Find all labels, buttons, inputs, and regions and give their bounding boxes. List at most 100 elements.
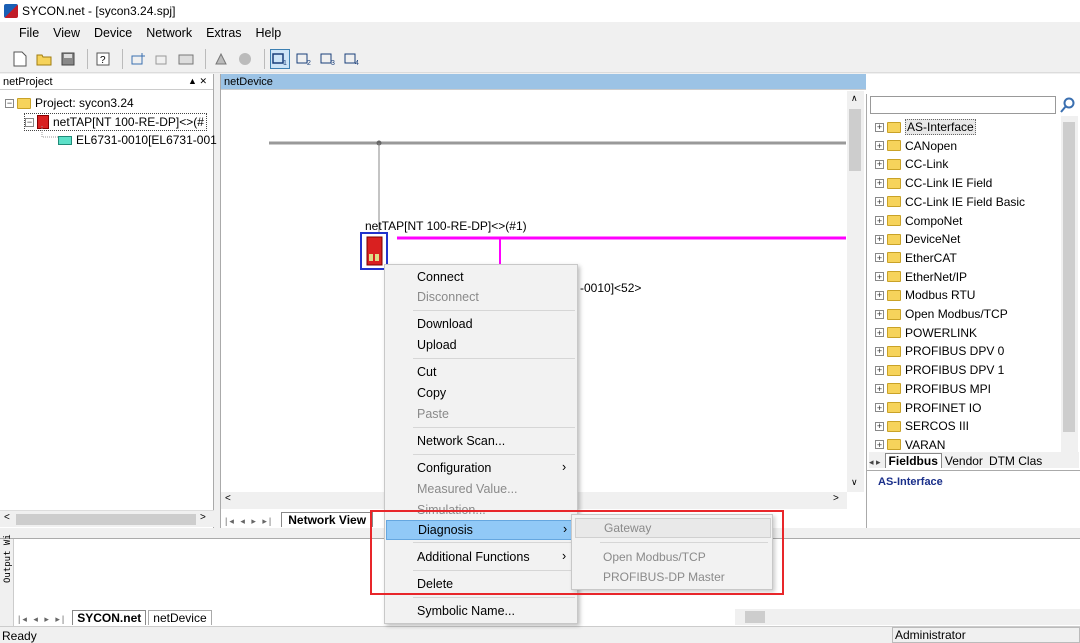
expand-icon[interactable]: + — [875, 216, 884, 225]
menu-upload[interactable]: Upload — [386, 335, 576, 355]
menu-cut[interactable]: Cut — [386, 362, 576, 382]
menu-symbolic-name[interactable]: Symbolic Name... — [386, 601, 576, 621]
tab-dtm-class[interactable]: DTM Clas — [986, 454, 1045, 468]
add-device-icon[interactable] — [128, 49, 148, 69]
menu-copy[interactable]: Copy — [386, 383, 576, 403]
view-mode-2-icon[interactable]: 2 — [294, 49, 314, 69]
new-file-icon[interactable] — [10, 49, 30, 69]
scroll-right-icon[interactable]: > — [200, 512, 206, 523]
catalog-item[interactable]: + CC-Link IE Field — [875, 174, 992, 192]
catalog-item[interactable]: + PROFINET IO — [875, 399, 981, 417]
menu-download[interactable]: Download — [386, 314, 576, 334]
scan-icon[interactable] — [211, 49, 231, 69]
catalog-item[interactable]: + PROFIBUS DPV 1 — [875, 361, 1004, 379]
expand-icon[interactable]: + — [875, 346, 884, 356]
menu-help[interactable]: Help — [249, 26, 289, 40]
catalog-item[interactable]: + PROFIBUS DPV 0 — [875, 342, 1004, 360]
expand-icon[interactable]: + — [875, 141, 884, 151]
horizontal-scrollbar[interactable]: < > — [0, 510, 214, 527]
expand-icon[interactable]: + — [875, 272, 884, 282]
collapse-icon[interactable]: − — [5, 98, 14, 108]
menu-device[interactable]: Device — [87, 26, 139, 40]
expand-icon[interactable]: + — [875, 253, 884, 263]
tab-vendor[interactable]: Vendor — [942, 454, 986, 468]
catalog-item-label: PROFIBUS DPV 0 — [905, 344, 1005, 359]
catalog-item[interactable]: + EtherCAT — [875, 249, 957, 267]
tab-nav-icon[interactable]: |◂ ◂ ▸ ▸| — [225, 516, 273, 527]
catalog-item[interactable]: + CANopen — [875, 137, 957, 155]
tab-netdevice[interactable]: netDevice — [148, 610, 212, 625]
panel-close-icon[interactable]: ▲ ✕ — [188, 76, 213, 87]
scroll-thumb[interactable] — [16, 514, 196, 525]
catalog-item[interactable]: + POWERLINK — [875, 324, 977, 342]
menu-view[interactable]: View — [46, 26, 87, 40]
catalog-item[interactable]: + PROFIBUS MPI — [875, 380, 991, 398]
catalog-item[interactable]: + Modbus RTU — [875, 286, 975, 304]
catalog-item[interactable]: + CompoNet — [875, 212, 962, 230]
scroll-thumb[interactable] — [849, 109, 861, 171]
open-folder-icon[interactable] — [34, 49, 54, 69]
scroll-thumb[interactable] — [1063, 122, 1075, 432]
menu-network[interactable]: Network — [139, 26, 199, 40]
help-icon[interactable]: ? — [93, 49, 113, 69]
expand-icon[interactable]: + — [875, 384, 884, 394]
catalog-item[interactable]: + SERCOS III — [875, 417, 969, 435]
slave-caption: -0010]<52> — [580, 281, 642, 295]
save-icon[interactable] — [58, 49, 78, 69]
vertical-scrollbar[interactable]: ∧ ∨ — [847, 91, 864, 492]
expand-icon[interactable]: + — [875, 159, 884, 169]
expand-icon[interactable]: + — [875, 421, 884, 431]
expand-icon[interactable]: + — [875, 328, 884, 338]
tab-nav-icon[interactable]: |◂ ◂ ▸ ▸| — [18, 614, 66, 625]
expand-icon[interactable]: + — [875, 365, 884, 375]
menu-measured-value[interactable]: Measured Value... — [386, 479, 576, 499]
view-mode-1-icon[interactable]: 1 — [270, 48, 290, 69]
search-icon[interactable] — [1060, 97, 1076, 113]
network-icon[interactable] — [176, 49, 196, 69]
tab-sycon-net[interactable]: SYCON.net — [72, 610, 147, 625]
scroll-up-icon[interactable]: ∧ — [851, 93, 858, 104]
tree-project[interactable]: − Project: sycon3.24 — [5, 94, 134, 112]
expand-icon[interactable]: + — [875, 122, 884, 132]
catalog-item[interactable]: + CC-Link IE Field Basic — [875, 193, 1025, 211]
scroll-left-icon[interactable]: < — [225, 493, 231, 504]
horizontal-scrollbar[interactable] — [735, 609, 1080, 625]
expand-icon[interactable]: + — [875, 403, 884, 412]
expand-icon[interactable]: + — [875, 197, 884, 207]
scroll-down-icon[interactable]: ∨ — [851, 477, 858, 488]
expand-icon[interactable]: + — [875, 440, 884, 450]
catalog-search-input[interactable] — [870, 96, 1056, 114]
catalog-item[interactable]: + DeviceNet — [875, 230, 960, 248]
vertical-scrollbar[interactable] — [1061, 116, 1078, 452]
expand-icon[interactable]: + — [875, 290, 884, 300]
catalog-item[interactable]: + EtherNet/IP — [875, 268, 967, 286]
toolbar-separator — [264, 48, 265, 69]
view-mode-4-icon[interactable]: 4 — [342, 49, 362, 69]
scroll-right-icon[interactable]: > — [833, 493, 839, 504]
menu-network-scan[interactable]: Network Scan... — [386, 431, 576, 451]
tab-fieldbus[interactable]: Fieldbus — [884, 453, 942, 468]
catalog-item[interactable]: + Open Modbus/TCP — [875, 305, 1008, 323]
expand-icon[interactable]: + — [875, 234, 884, 244]
expand-icon[interactable]: + — [875, 309, 884, 319]
scroll-thumb[interactable] — [745, 611, 765, 623]
stop-icon[interactable] — [235, 49, 255, 69]
menu-extras[interactable]: Extras — [199, 26, 248, 40]
scroll-left-icon[interactable]: < — [4, 512, 10, 523]
remove-device-icon[interactable] — [152, 49, 172, 69]
menu-paste[interactable]: Paste — [386, 404, 576, 424]
expand-icon[interactable]: + — [875, 178, 884, 188]
menu-file[interactable]: File — [12, 26, 46, 40]
tab-network-view[interactable]: Network View — [281, 512, 374, 527]
catalog-item[interactable]: + CC-Link — [875, 155, 948, 173]
menu-configuration[interactable]: Configuration › — [386, 458, 576, 478]
tree-child[interactable]: EL6731-0010[EL6731-001 — [58, 131, 217, 149]
view-mode-3-icon[interactable]: 3 — [318, 49, 338, 69]
catalog-item[interactable]: + VARAN — [875, 436, 945, 452]
catalog-item-label: CompoNet — [905, 213, 963, 228]
catalog-item[interactable]: + AS-Interface — [875, 118, 976, 136]
menu-disconnect[interactable]: Disconnect — [386, 287, 576, 307]
svg-text:3: 3 — [331, 60, 335, 66]
tab-nav-icon[interactable]: ◂ ▸ — [869, 457, 881, 468]
menu-connect[interactable]: Connect — [386, 267, 576, 287]
